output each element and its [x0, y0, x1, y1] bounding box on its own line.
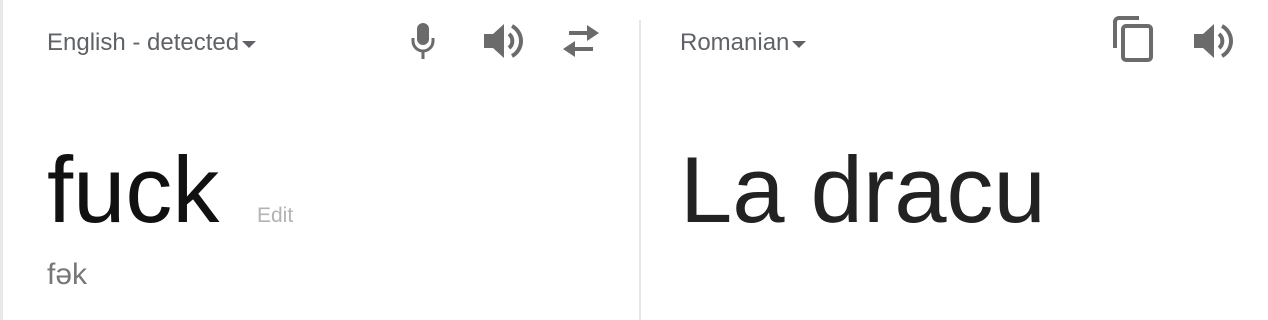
- translated-text[interactable]: La dracu: [680, 135, 1046, 245]
- target-listen-button[interactable]: [1191, 19, 1235, 63]
- source-language-dropdown[interactable]: English - detected: [47, 26, 257, 60]
- source-text[interactable]: fuck: [47, 135, 219, 245]
- translation-card: English - detected fuck Edit fək Romania…: [0, 0, 1268, 320]
- swap-languages-button[interactable]: [559, 19, 603, 63]
- caret-down-icon: [792, 40, 807, 48]
- speaker-icon: [484, 24, 523, 58]
- source-transliteration: fək: [47, 258, 88, 291]
- speaker-icon: [1194, 24, 1233, 58]
- target-language-label: Romanian: [680, 29, 790, 56]
- microphone-icon: [411, 23, 435, 59]
- copy-icon: [1113, 16, 1153, 62]
- swap-languages-icon: [563, 25, 599, 57]
- copy-translation-button[interactable]: [1111, 16, 1155, 62]
- microphone-button[interactable]: [401, 19, 445, 63]
- caret-down-icon: [242, 40, 257, 48]
- target-language-dropdown[interactable]: Romanian: [680, 26, 807, 60]
- source-listen-button[interactable]: [481, 19, 525, 63]
- panel-divider: [639, 20, 641, 320]
- source-language-label: English - detected: [47, 29, 240, 56]
- edit-link[interactable]: Edit: [257, 204, 293, 228]
